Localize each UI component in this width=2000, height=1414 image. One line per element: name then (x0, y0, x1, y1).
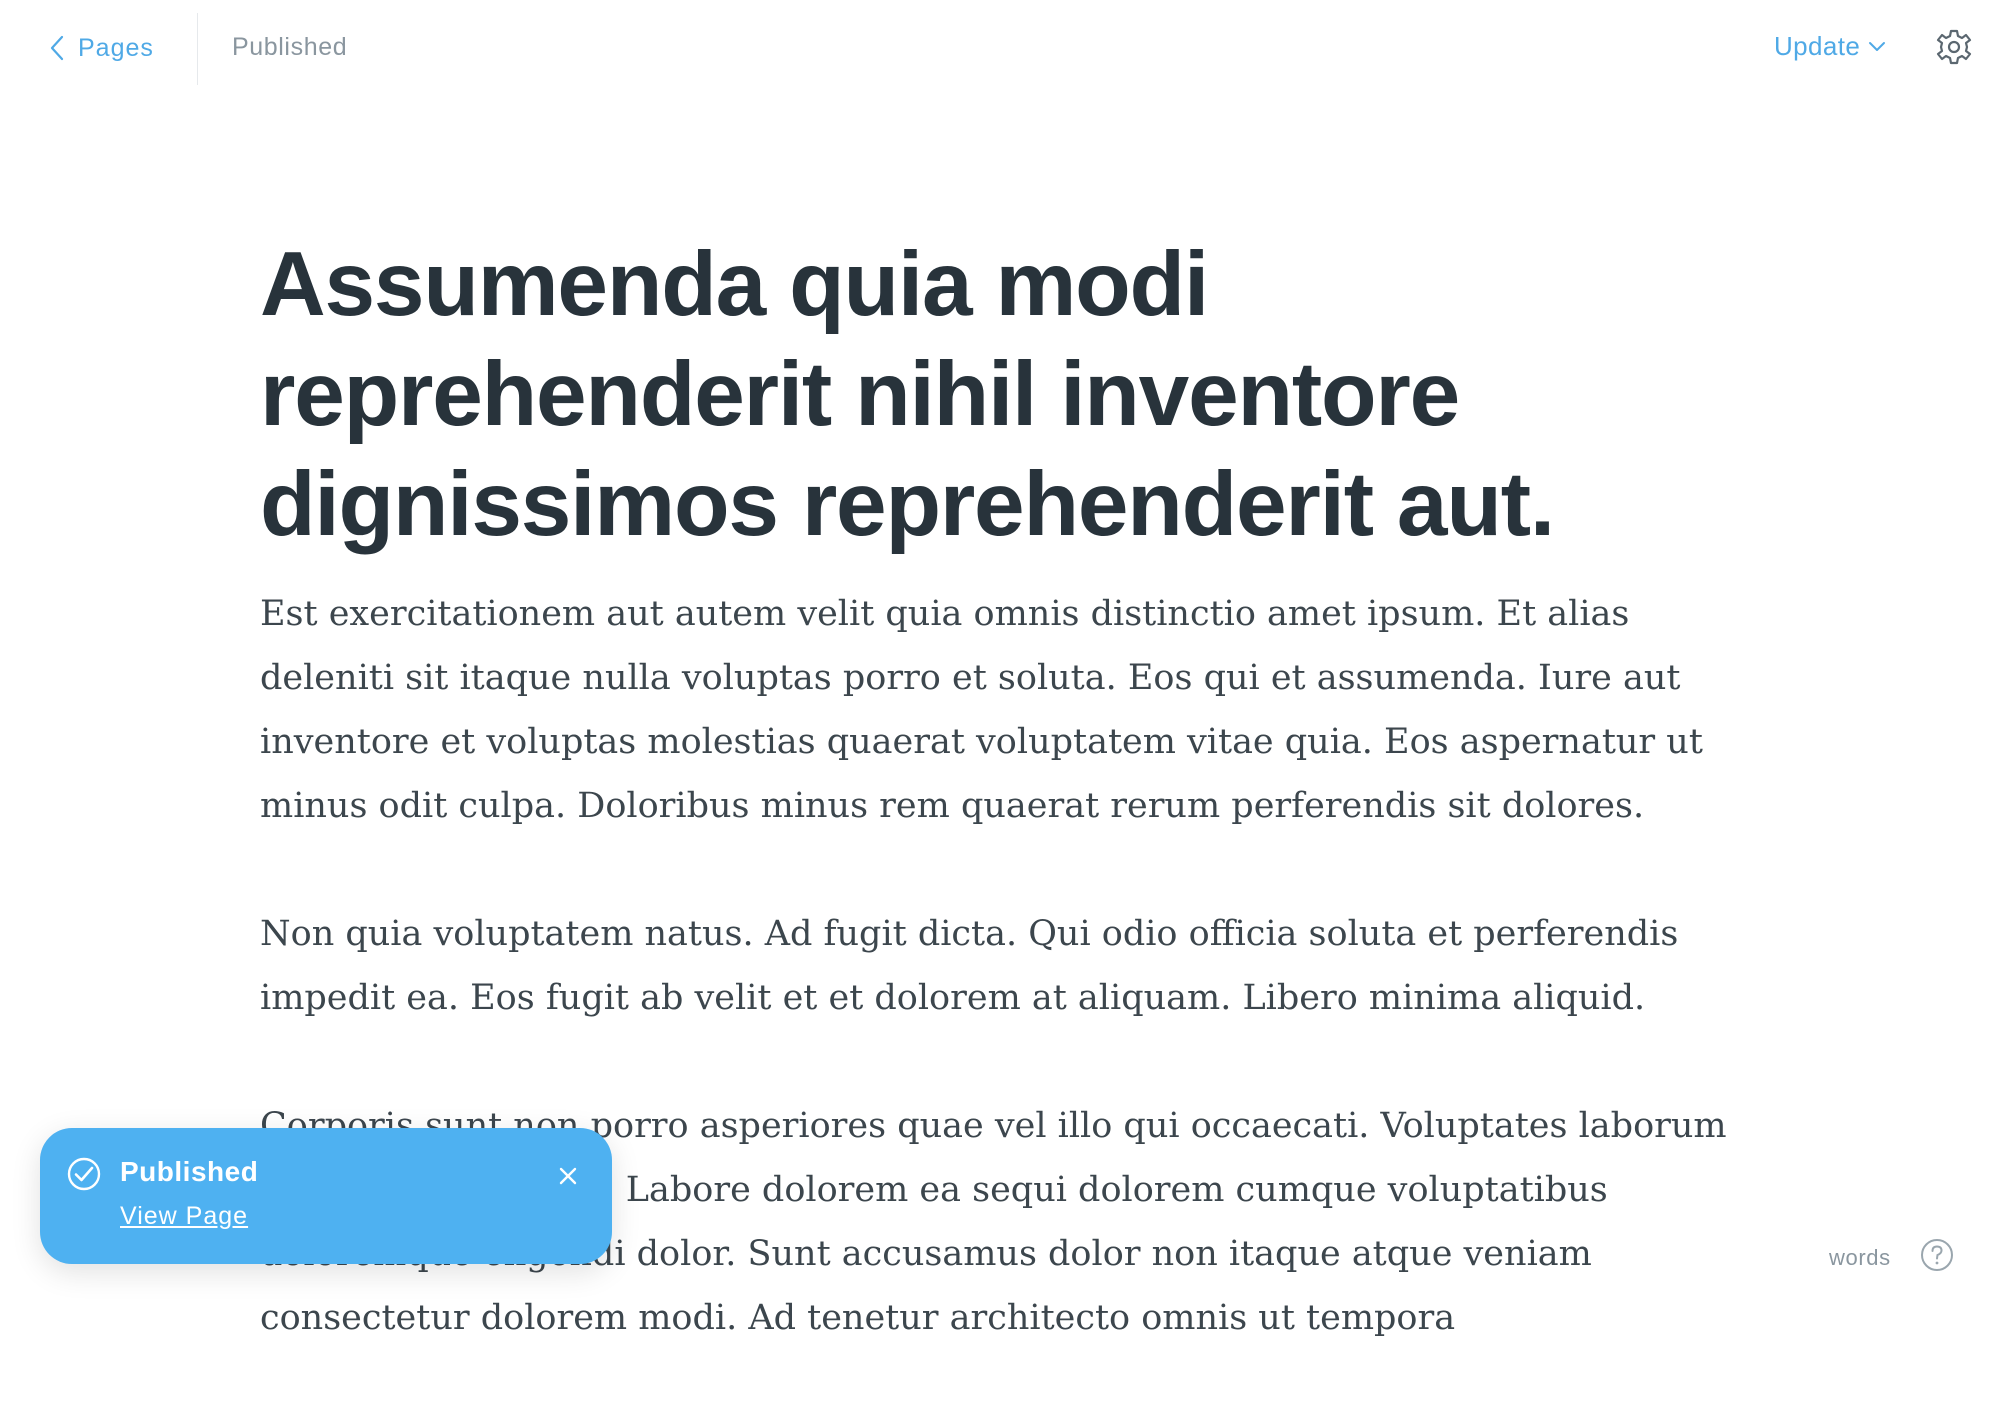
view-page-link[interactable]: View Page (120, 1202, 248, 1231)
update-button[interactable]: Update (1774, 31, 1886, 62)
published-notification: Published View Page (40, 1128, 612, 1264)
question-circle-icon[interactable] (1920, 1238, 1954, 1272)
post-title[interactable]: Assumenda quia modi reprehenderit nihil … (260, 230, 1740, 560)
back-to-pages-link[interactable]: Pages (50, 28, 154, 68)
body-paragraph[interactable]: Non quia voluptatem natus. Ad fugit dict… (260, 902, 1740, 1030)
update-button-label: Update (1774, 31, 1861, 61)
top-bar: Pages Published Update (0, 0, 2000, 90)
body-paragraph[interactable]: Est exercitationem aut autem velit quia … (260, 582, 1740, 838)
post-status: Published (232, 33, 348, 61)
header-divider (197, 13, 198, 85)
gear-icon[interactable] (1936, 29, 1972, 65)
close-icon[interactable] (558, 1166, 578, 1186)
word-count: words (1829, 1245, 1891, 1270)
chevron-left-icon (50, 35, 64, 61)
chevron-down-icon (1869, 41, 1886, 51)
back-link-label: Pages (78, 33, 154, 62)
check-circle-icon (67, 1157, 101, 1191)
notification-title: Published (120, 1156, 259, 1187)
